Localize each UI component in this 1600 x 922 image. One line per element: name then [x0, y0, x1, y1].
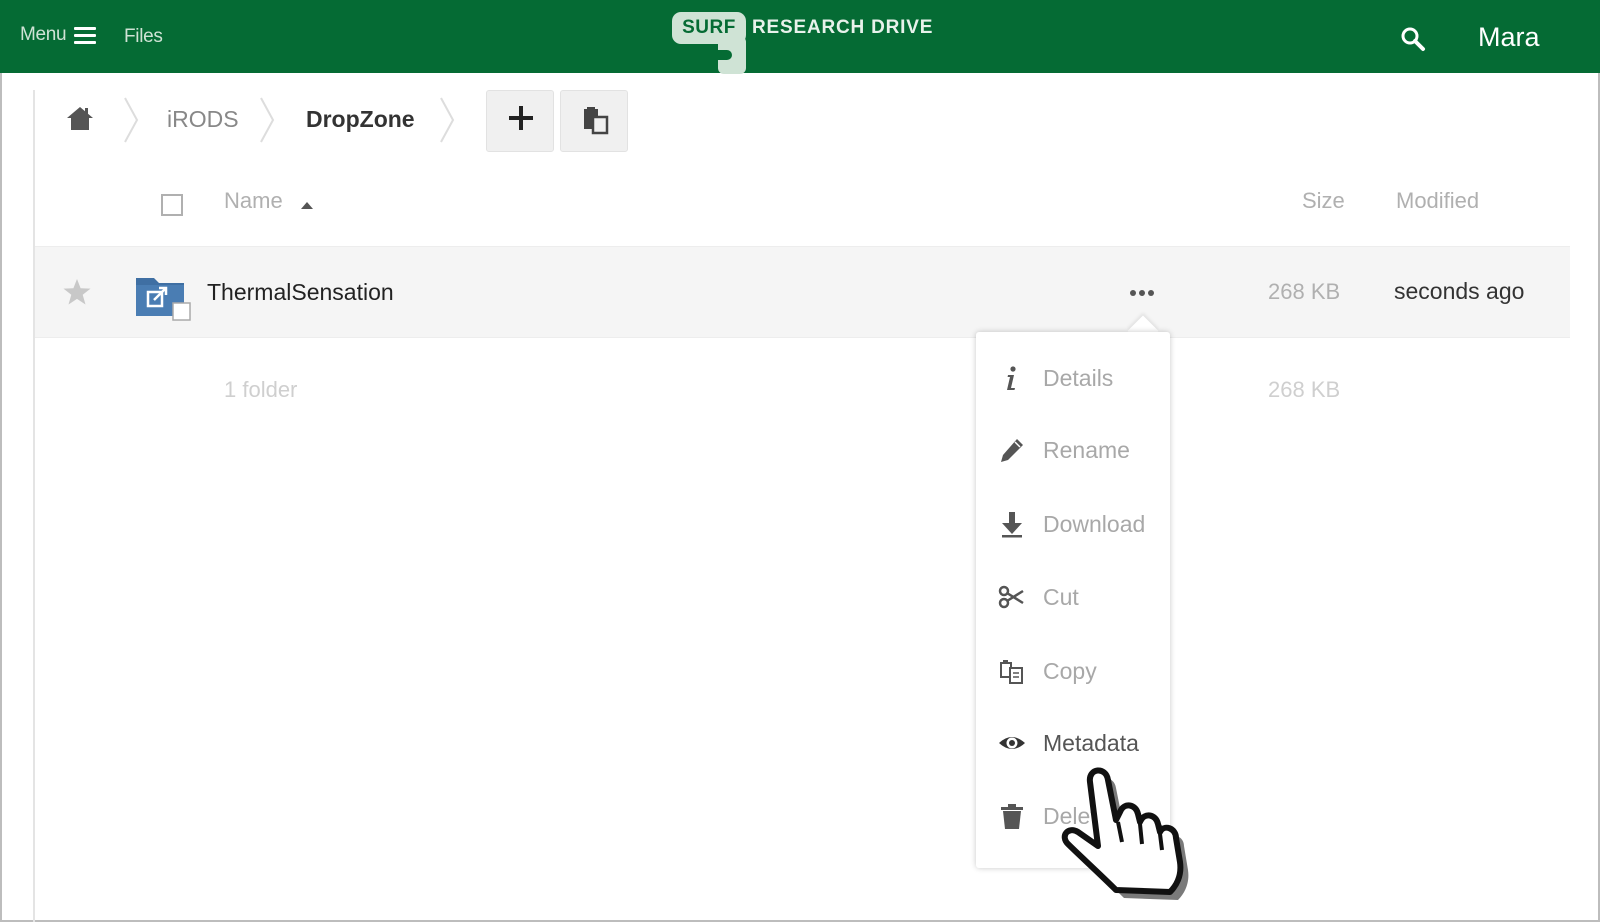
- new-item-button[interactable]: [486, 90, 554, 152]
- home-icon[interactable]: [66, 105, 94, 131]
- pencil-icon: [1001, 439, 1023, 462]
- scissors-icon: [998, 585, 1024, 609]
- copy-icon: [1000, 660, 1023, 684]
- column-header-size[interactable]: Size: [1302, 188, 1345, 214]
- menu-item-download[interactable]: Download: [976, 494, 1170, 554]
- menu-item-label: Details: [1043, 365, 1114, 391]
- download-icon: [1002, 512, 1022, 538]
- user-menu[interactable]: Mara: [1478, 22, 1540, 53]
- paste-button[interactable]: [560, 90, 628, 152]
- popover-arrow-cover: [1122, 332, 1164, 346]
- select-all-checkbox[interactable]: [161, 194, 183, 216]
- breadcrumb-dropzone[interactable]: DropZone: [306, 106, 415, 133]
- more-actions-icon[interactable]: [1130, 290, 1160, 300]
- file-size: 268 KB: [1268, 279, 1341, 304]
- file-modified: seconds ago: [1394, 278, 1525, 304]
- favorite-star-icon[interactable]: [62, 278, 92, 306]
- breadcrumb-irods[interactable]: iRODS: [167, 106, 239, 133]
- eye-icon: [999, 737, 1025, 749]
- logo-text: RESEARCH DRIVE: [752, 17, 934, 38]
- menu-item-copy[interactable]: Copy: [976, 641, 1170, 701]
- breadcrumb-chevron-icon: [440, 97, 455, 143]
- files-app-link[interactable]: Files: [124, 26, 163, 48]
- sort-ascending-icon: [301, 202, 313, 209]
- menu-item-cut[interactable]: Cut: [976, 567, 1170, 627]
- menu-label: Menu: [20, 24, 67, 45]
- window-frame: [0, 0, 1600, 922]
- breadcrumb-chevron-icon: [124, 97, 139, 143]
- clipboard-icon: [584, 107, 609, 135]
- file-name[interactable]: ThermalSensation: [207, 279, 394, 306]
- info-icon: [1007, 366, 1016, 390]
- column-header-name[interactable]: Name: [224, 188, 283, 214]
- plus-icon: [509, 106, 533, 130]
- top-navigation-bar: Menu Files SURF RESEARCH DRIVE Mara: [0, 0, 1600, 74]
- breadcrumb-chevron-icon: [260, 97, 275, 143]
- menu-item-label: Copy: [1043, 658, 1097, 684]
- menu-button[interactable]: Menu: [20, 24, 97, 46]
- hand-pointer-cursor-icon: [1061, 767, 1189, 900]
- menu-item-label: Download: [1043, 511, 1146, 537]
- logo-badge: SURF: [672, 12, 746, 44]
- external-folder-icon[interactable]: [134, 272, 192, 322]
- trash-icon: [1001, 804, 1023, 829]
- folder-count-summary: 1 folder: [224, 377, 298, 402]
- left-rail-divider: [33, 90, 35, 922]
- column-header-modified[interactable]: Modified: [1396, 188, 1479, 214]
- menu-item-label: Rename: [1043, 437, 1130, 463]
- menu-item-details[interactable]: Details: [976, 348, 1170, 408]
- search-icon[interactable]: [1400, 26, 1426, 52]
- menu-item-label: Cut: [1043, 584, 1079, 610]
- total-size-summary: 268 KB: [1268, 377, 1341, 402]
- menu-item-rename[interactable]: Rename: [976, 420, 1170, 480]
- hamburger-icon: [74, 26, 97, 44]
